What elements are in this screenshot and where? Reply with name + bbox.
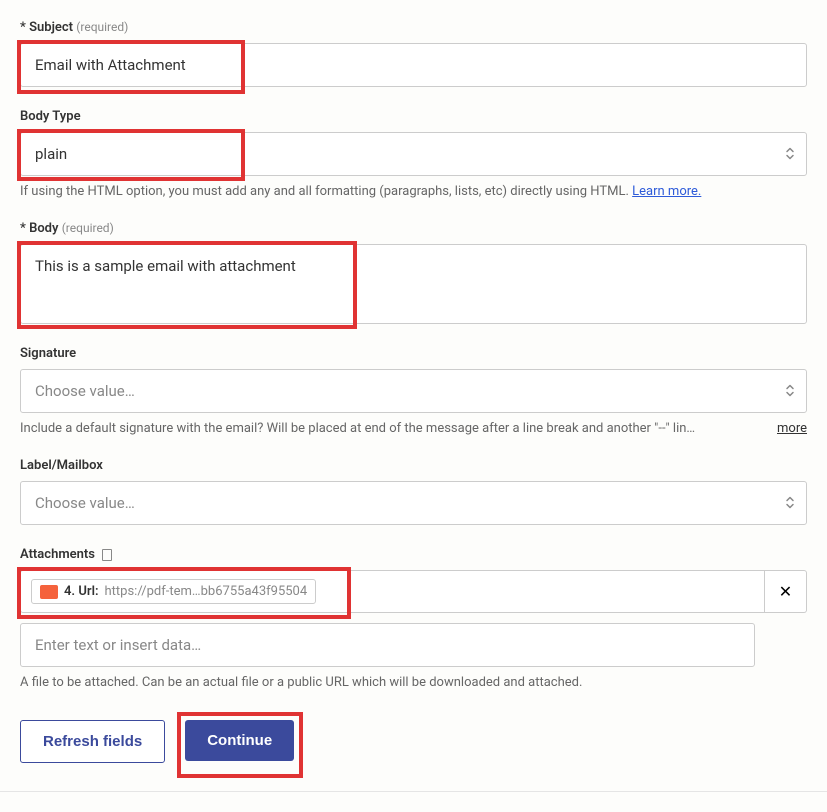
attachment-highlight: 4. Url: https://pdf-tem…bb6755a43f95504	[20, 570, 765, 613]
attachments-help-text: A file to be attached. Can be an actual …	[20, 675, 807, 690]
subject-field-group: * Subject (required) Email with Attachme…	[20, 20, 807, 87]
body-type-help: If using the HTML option, you must add a…	[20, 184, 807, 199]
signature-more-link[interactable]: more	[777, 421, 807, 436]
required-hint: (required)	[76, 20, 128, 34]
attachment-input[interactable]: 4. Url: https://pdf-tem…bb6755a43f95504	[20, 570, 765, 613]
body-type-field-group: Body Type plain If using the HTML option…	[20, 109, 807, 199]
required-asterisk: *	[20, 20, 26, 35]
required-asterisk: *	[20, 221, 26, 236]
body-label-text: Body	[29, 221, 58, 236]
subject-label: * Subject (required)	[20, 20, 807, 35]
subject-highlight: Email with Attachment	[20, 43, 807, 87]
required-hint: (required)	[62, 221, 114, 235]
pdf-icon	[40, 585, 58, 599]
body-label: * Body (required)	[20, 221, 807, 236]
body-type-highlight: plain	[20, 132, 807, 176]
attachments-field-group: Attachments 4. Url: https://pdf-tem…bb67…	[20, 547, 807, 690]
attachment-pill-prefix: 4. Url:	[64, 584, 99, 599]
continue-button[interactable]: Continue	[185, 720, 294, 761]
close-icon: ✕	[779, 582, 792, 602]
remove-attachment-button[interactable]: ✕	[765, 570, 807, 613]
signature-help-row: Include a default signature with the ema…	[20, 421, 807, 436]
attachment-pill-url: https://pdf-tem…bb6755a43f95504	[105, 584, 308, 599]
subject-input[interactable]: Email with Attachment	[20, 43, 807, 87]
label-mailbox-select-wrapper: Choose value…	[20, 481, 807, 525]
body-type-select[interactable]: plain	[20, 132, 807, 176]
divider	[0, 791, 827, 792]
label-mailbox-label: Label/Mailbox	[20, 458, 807, 473]
subject-label-text: Subject	[29, 20, 73, 35]
file-icon	[102, 549, 112, 561]
refresh-fields-button[interactable]: Refresh fields	[20, 720, 165, 763]
body-field-group: * Body (required) This is a sample email…	[20, 221, 807, 324]
body-textarea[interactable]: This is a sample email with attachment	[20, 244, 807, 324]
attachments-label-text: Attachments	[20, 547, 95, 562]
continue-highlight: Continue	[185, 720, 294, 763]
label-mailbox-select[interactable]: Choose value…	[20, 481, 807, 525]
attachment-extra-input[interactable]: Enter text or insert data…	[20, 623, 755, 667]
signature-help-text: Include a default signature with the ema…	[20, 421, 695, 436]
body-type-label: Body Type	[20, 109, 807, 124]
signature-field-group: Signature Choose value… Include a defaul…	[20, 346, 807, 436]
attachment-row: 4. Url: https://pdf-tem…bb6755a43f95504 …	[20, 570, 807, 613]
body-type-help-text: If using the HTML option, you must add a…	[20, 184, 632, 199]
learn-more-link[interactable]: Learn more.	[632, 184, 701, 199]
signature-select-wrapper: Choose value…	[20, 369, 807, 413]
signature-label: Signature	[20, 346, 807, 361]
button-row: Refresh fields Continue	[20, 720, 807, 763]
body-highlight: This is a sample email with attachment	[20, 244, 807, 324]
signature-select[interactable]: Choose value…	[20, 369, 807, 413]
label-mailbox-field-group: Label/Mailbox Choose value…	[20, 458, 807, 525]
attachment-pill[interactable]: 4. Url: https://pdf-tem…bb6755a43f95504	[31, 579, 316, 604]
attachments-label: Attachments	[20, 547, 807, 562]
